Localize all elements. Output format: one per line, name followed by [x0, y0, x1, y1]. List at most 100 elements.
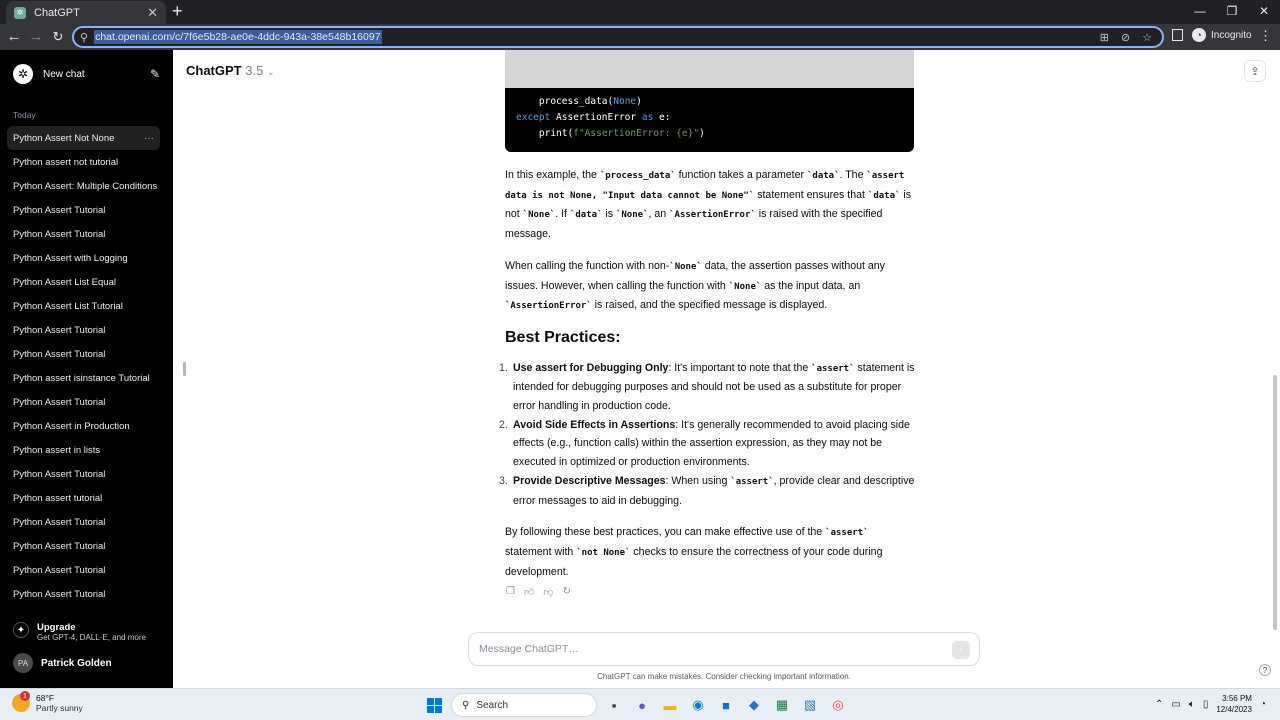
install-app-icon[interactable]: ⊞: [1100, 31, 1109, 44]
incognito-label: Incognito: [1211, 29, 1252, 41]
chat-item-label: Python Assert List Tutorial: [13, 300, 123, 312]
bookmark-star-icon[interactable]: ☆: [1142, 31, 1152, 44]
user-menu[interactable]: PA Patrick Golden: [13, 653, 112, 673]
model-selector[interactable]: ChatGPT 3.5 ⌄: [186, 63, 275, 78]
new-tab-icon[interactable]: +: [172, 2, 183, 20]
chat-item[interactable]: Python Assert Tutorial: [7, 342, 160, 366]
chat-item-label: Python Assert Tutorial: [13, 396, 106, 408]
chat-item[interactable]: Python Assert List Equal: [7, 270, 160, 294]
excel-icon[interactable]: ▦: [771, 694, 793, 716]
time: 3:56 PM: [1222, 694, 1252, 703]
chat-item[interactable]: Python Assert Tutorial: [7, 318, 160, 342]
chat-item-label: Python Assert with Logging: [13, 252, 128, 264]
store-icon[interactable]: ■: [715, 694, 737, 716]
browser-tab[interactable]: ✲ ChatGPT ✕: [6, 1, 166, 24]
chat-item-label: Python Assert Tutorial: [13, 324, 106, 336]
user-name: Patrick Golden: [41, 657, 112, 669]
new-chat-label: New chat: [43, 68, 85, 80]
chat-item-label: Python Assert Tutorial: [13, 204, 106, 216]
chat-item[interactable]: Python Assert in Production: [7, 414, 160, 438]
help-icon[interactable]: ?: [1259, 664, 1271, 676]
vscode-icon[interactable]: ◆: [743, 694, 765, 716]
regenerate-icon[interactable]: ↻: [563, 586, 571, 598]
thumbs-up-icon[interactable]: 👍︎: [524, 586, 534, 598]
message-actions: ❐ 👍︎ 👎︎ ↻: [506, 586, 571, 598]
chatgpt-favicon-icon: ✲: [14, 6, 26, 19]
close-tab-icon[interactable]: ✕: [147, 6, 158, 19]
date: 12/4/2023: [1216, 705, 1252, 714]
paragraph: In this example, the `process_data` func…: [505, 169, 912, 241]
weather-widget[interactable]: 1 68°F Partly sunny: [12, 691, 83, 713]
scrollbar[interactable]: [1273, 375, 1277, 630]
chat-item[interactable]: Python Assert Tutorial: [7, 510, 160, 534]
chat-item[interactable]: Python Assert with Logging: [7, 246, 160, 270]
list-item: 1. Use assert for Debugging Only: It's im…: [499, 361, 915, 413]
browser-menu-icon[interactable]: ⋮: [1259, 28, 1272, 44]
clock[interactable]: 3:56 PM 12/4/2023: [1216, 693, 1252, 715]
temperature: 68°F: [36, 693, 55, 703]
copy-icon[interactable]: ❐: [506, 586, 515, 598]
minimize-icon[interactable]: —: [1184, 0, 1216, 22]
chat-item[interactable]: Python Assert Tutorial: [7, 222, 160, 246]
search-icon: ⚲: [462, 699, 470, 711]
share-icon[interactable]: ⇪: [1244, 60, 1266, 82]
reload-icon[interactable]: ↻: [48, 27, 68, 47]
taskbar-search[interactable]: ⚲ Search: [451, 693, 597, 717]
chevron-up-icon[interactable]: ⌃: [1155, 699, 1163, 710]
chat-item[interactable]: Python Assert Tutorial: [7, 462, 160, 486]
sidebar: ✲ New chat ✎ Today Python Assert Not Non…: [0, 50, 173, 688]
back-icon[interactable]: ←: [4, 27, 24, 47]
message-input[interactable]: [479, 641, 939, 657]
close-window-icon[interactable]: ✕: [1248, 0, 1280, 22]
chat-item-label: Python Assert Tutorial: [13, 516, 106, 528]
network-icon[interactable]: ▭: [1171, 699, 1180, 710]
chat-item[interactable]: Python assert not tutorial: [7, 150, 160, 174]
address-bar[interactable]: ⚲ chat.openai.com/c/7f6e5b28-ae0e-4ddc-9…: [72, 26, 1164, 48]
forward-icon[interactable]: →: [26, 27, 46, 47]
incognito-indicator[interactable]: ◔ Incognito: [1192, 28, 1252, 42]
edge-icon[interactable]: ◉: [687, 694, 709, 716]
paragraph: When calling the function with non-`None…: [505, 259, 885, 312]
chat-item[interactable]: Python assert in lists: [7, 438, 160, 462]
chat-item-label: Python Assert Tutorial: [13, 348, 106, 360]
upgrade-subtitle: Get GPT-4, DALL·E, and more: [37, 633, 146, 642]
chat-item[interactable]: Python assert tutorial: [7, 486, 160, 510]
compose-icon[interactable]: ✎: [150, 67, 160, 81]
chat-item-label: Python Assert in Production: [13, 420, 130, 432]
new-chat-button[interactable]: ✲ New chat ✎: [7, 63, 160, 85]
restore-icon[interactable]: ❐: [1216, 0, 1248, 22]
code-block-header: [505, 50, 914, 88]
chat-history-list: Python Assert Not None ··· Python assert …: [7, 126, 160, 606]
chat-item[interactable]: Python Assert Tutorial: [7, 390, 160, 414]
photos-icon[interactable]: ▧: [799, 694, 821, 716]
battery-icon[interactable]: ▯: [1203, 699, 1209, 710]
volume-icon[interactable]: 🔈︎: [1189, 699, 1195, 710]
thumbs-down-icon[interactable]: 👎︎: [543, 586, 553, 598]
upgrade-button[interactable]: ✦ Upgrade Get GPT-4, DALL·E, and more: [13, 622, 146, 642]
url-text[interactable]: chat.openai.com/c/7f6e5b28-ae0e-4ddc-943…: [94, 30, 382, 44]
chat-item[interactable]: Python Assert List Tutorial: [7, 294, 160, 318]
task-view-icon[interactable]: ▪: [603, 694, 625, 716]
chrome-icon[interactable]: ◎: [827, 694, 849, 716]
teams-chat-icon[interactable]: ●: [631, 694, 653, 716]
more-options-icon[interactable]: ···: [144, 133, 154, 144]
send-button[interactable]: ↑: [952, 641, 970, 659]
chat-item[interactable]: Python assert isinstance Tutorial: [7, 366, 160, 390]
tracking-blocked-icon[interactable]: ⊘: [1121, 31, 1130, 44]
sidebar-collapse-handle[interactable]: [183, 362, 186, 376]
chat-item-active[interactable]: Python Assert Not None ···: [7, 126, 160, 150]
chat-item-label: Python assert not tutorial: [13, 156, 119, 168]
start-button[interactable]: [423, 694, 445, 716]
main-panel: ChatGPT 3.5 ⌄ ⇪ process_data(None) excep…: [173, 50, 1280, 688]
side-panel-icon[interactable]: [1172, 29, 1183, 41]
chat-item[interactable]: Python Assert Tutorial: [7, 582, 160, 606]
site-info-icon[interactable]: ⚲: [80, 31, 88, 44]
chat-item[interactable]: Python Assert: Multiple Conditions: [7, 174, 160, 198]
section-today: Today: [13, 110, 36, 120]
chat-item[interactable]: Python Assert Tutorial: [7, 534, 160, 558]
list-item: 3. Provide Descriptive Messages: When usi…: [499, 474, 915, 507]
notifications-icon[interactable]: ◔: [1260, 699, 1266, 710]
chat-item[interactable]: Python Assert Tutorial: [7, 558, 160, 582]
chat-item[interactable]: Python Assert Tutorial: [7, 198, 160, 222]
file-explorer-icon[interactable]: ▬: [659, 694, 681, 716]
